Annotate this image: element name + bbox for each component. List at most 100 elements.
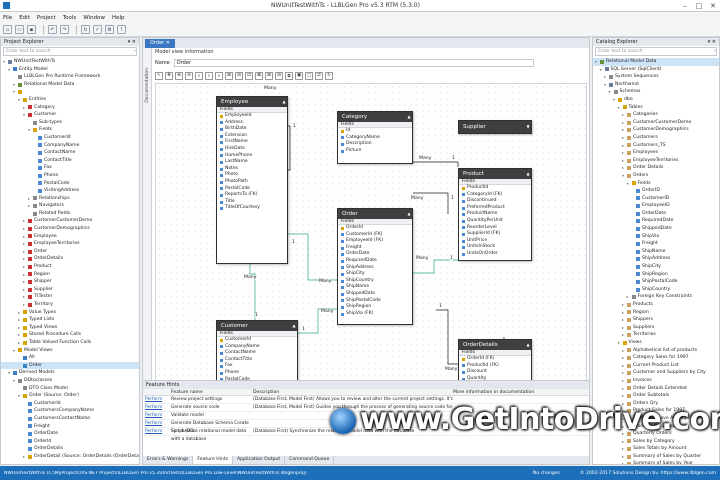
- canvas-tool-icon[interactable]: ✥: [165, 71, 173, 80]
- canvas-tool-icon[interactable]: ⊡: [245, 71, 253, 80]
- entity-field[interactable]: Discount: [459, 369, 531, 376]
- entity-field[interactable]: ShipRegion: [338, 304, 412, 311]
- tree-item[interactable]: ▸ CustomerDemographics: [1, 225, 139, 233]
- tree-item[interactable]: Phone: [1, 172, 139, 180]
- panel-controls[interactable]: ▾ ✕: [128, 38, 139, 46]
- collapse-icon[interactable]: ▲: [281, 97, 287, 107]
- relation-line[interactable]: [413, 259, 458, 274]
- tree-item[interactable]: ▸ Alphabetical list of products: [593, 347, 719, 355]
- tree-item[interactable]: CustomerId: [1, 400, 139, 408]
- tree-item[interactable]: ShipVia: [593, 233, 719, 241]
- entity-field[interactable]: ProductId: [459, 185, 531, 192]
- undo-icon[interactable]: ↶: [48, 25, 57, 34]
- bottom-tab[interactable]: Command Queue: [285, 456, 335, 464]
- entity-field[interactable]: OrderId: [338, 225, 412, 232]
- save-icon[interactable]: ▪: [27, 25, 36, 34]
- tree-item[interactable]: ▸ Category Sales for 1997: [593, 354, 719, 362]
- relation-line[interactable]: [288, 233, 337, 281]
- bottom-tab[interactable]: Application Output: [233, 456, 286, 464]
- tree-item[interactable]: ▸ Customer and Suppliers by City: [593, 369, 719, 377]
- menu-tools[interactable]: Tools: [63, 15, 77, 21]
- menu-edit[interactable]: Edit: [19, 15, 30, 21]
- tree-item[interactable]: ▸ Order: [1, 248, 139, 256]
- tree-item[interactable]: ▾ Entity Model: [1, 66, 139, 74]
- tree-item[interactable]: ▾ Model Views: [1, 347, 139, 355]
- tree-item[interactable]: ▾ Order (Source: Order): [1, 392, 139, 400]
- tree-item[interactable]: EmployeeID: [593, 202, 719, 210]
- tree-item[interactable]: ▾ Relational Model Data: [593, 58, 719, 66]
- entity-field[interactable]: RequiredDate: [338, 258, 412, 265]
- tree-item[interactable]: Sub-types: [1, 119, 139, 127]
- entity-field[interactable]: Fax: [217, 363, 297, 370]
- entity-field[interactable]: Description: [338, 141, 412, 148]
- canvas-tool-icon[interactable]: ⊟: [235, 71, 243, 80]
- collapse-icon[interactable]: ▲: [525, 169, 531, 179]
- tree-item[interactable]: ShipCity: [593, 263, 719, 271]
- tab-order[interactable]: Order ✕: [145, 39, 175, 48]
- open-icon[interactable]: ▭: [15, 25, 24, 34]
- entity-field[interactable]: Photo: [217, 172, 287, 179]
- tree-item[interactable]: LLBLGen Pro Runtime Framework: [1, 73, 139, 81]
- tree-item[interactable]: ▾ DDtoclasses: [1, 377, 139, 385]
- entity-field[interactable]: UnitsInStock: [459, 244, 531, 251]
- close-button[interactable]: ✕: [706, 2, 720, 10]
- canvas-tool-icon[interactable]: ↖: [155, 71, 163, 80]
- perform-link[interactable]: Perform: [143, 428, 171, 435]
- tree-item[interactable]: ▸ Table Valued Function Calls: [1, 339, 139, 347]
- entity-employee[interactable]: Employee ▲ Fields EmployeeId Address BirthD…: [216, 96, 288, 264]
- entity-field[interactable]: TitleOfCourtesy: [217, 205, 287, 212]
- canvas-tool-icon[interactable]: ⌕: [205, 71, 213, 80]
- entity-field[interactable]: ShippedDate: [338, 291, 412, 298]
- tree-item[interactable]: ▸ Sales Totals by Amount: [593, 445, 719, 453]
- entity-field[interactable]: Phone: [217, 370, 297, 377]
- tree-item[interactable]: ▸ Shipper: [1, 278, 139, 286]
- entity-field[interactable]: BirthDate: [217, 126, 287, 133]
- tree-item[interactable]: ▸ Categories: [593, 111, 719, 119]
- maximize-button[interactable]: □: [692, 2, 706, 10]
- tree-item[interactable]: ▸ Region: [1, 271, 139, 279]
- tree-item[interactable]: Related fields: [1, 210, 139, 218]
- entity-field[interactable]: CustomerId: [217, 337, 297, 344]
- tree-item[interactable]: ▸ CustomerDemographics: [593, 126, 719, 134]
- tree-item[interactable]: PostalCode: [1, 180, 139, 188]
- tree-item[interactable]: ▸ EmployeeTerritories: [593, 157, 719, 165]
- tree-item[interactable]: ▾ Derived Models: [1, 369, 139, 377]
- tree-item[interactable]: ▸ Suppliers: [593, 324, 719, 332]
- entity-field[interactable]: Discontinued: [459, 198, 531, 205]
- tree-item[interactable]: ▸ Region: [593, 309, 719, 317]
- tree-item[interactable]: OrderDetails: [1, 445, 139, 453]
- tree-item[interactable]: ▸ Foreign Key Constraints: [593, 293, 719, 301]
- redo-icon[interactable]: ↷: [60, 25, 69, 34]
- tree-item[interactable]: ▸ Product: [1, 263, 139, 271]
- bottom-tab[interactable]: Errors & Warnings: [143, 456, 194, 464]
- tree-item[interactable]: OrderID: [593, 187, 719, 195]
- tree-item[interactable]: ShipName: [593, 248, 719, 256]
- perform-link[interactable]: Perform: [143, 420, 171, 427]
- entity-field[interactable]: QuantityPerUnit: [459, 218, 531, 225]
- collapse-icon[interactable]: ▲: [525, 340, 531, 350]
- tree-item[interactable]: RequiredDate: [593, 217, 719, 225]
- tree-item[interactable]: CustomerID: [593, 195, 719, 203]
- tree-item[interactable]: ShipCountry: [593, 286, 719, 294]
- menu-window[interactable]: Window: [83, 15, 105, 21]
- canvas-tool-icon[interactable]: ⊖: [185, 71, 193, 80]
- tree-item[interactable]: ▸ OrderDetail (Source: OrderDetails (Orde…: [1, 453, 139, 461]
- tree-item[interactable]: ▾ Northwind: [593, 81, 719, 89]
- refresh-icon[interactable]: ↻: [81, 25, 90, 34]
- tree-item[interactable]: ▸ Shippers: [593, 316, 719, 324]
- tree-item[interactable]: ▾ Views: [593, 339, 719, 347]
- tree-item[interactable]: ▸ System Sequences: [593, 73, 719, 81]
- project-search-input[interactable]: Enter text to search ⌕: [3, 47, 137, 56]
- tree-item[interactable]: ▾ dbo: [593, 96, 719, 104]
- canvas-tool-icon[interactable]: ⇄: [315, 71, 323, 80]
- entity-field[interactable]: ReportsTo (FK): [217, 192, 287, 199]
- tree-item[interactable]: ▾ Tables: [593, 104, 719, 112]
- tree-item[interactable]: ContactName: [1, 149, 139, 157]
- relation-line[interactable]: [412, 161, 459, 167]
- entity-order[interactable]: Order ▲ Fields OrderId CustomerId (FK) Empl…: [337, 208, 413, 325]
- search-icon[interactable]: ⌕: [713, 48, 716, 55]
- expand-icon[interactable]: ▼: [525, 121, 531, 133]
- tree-item[interactable]: Order: [1, 361, 139, 370]
- menu-help[interactable]: Help: [112, 15, 125, 21]
- entity-field[interactable]: ShipCity: [338, 271, 412, 278]
